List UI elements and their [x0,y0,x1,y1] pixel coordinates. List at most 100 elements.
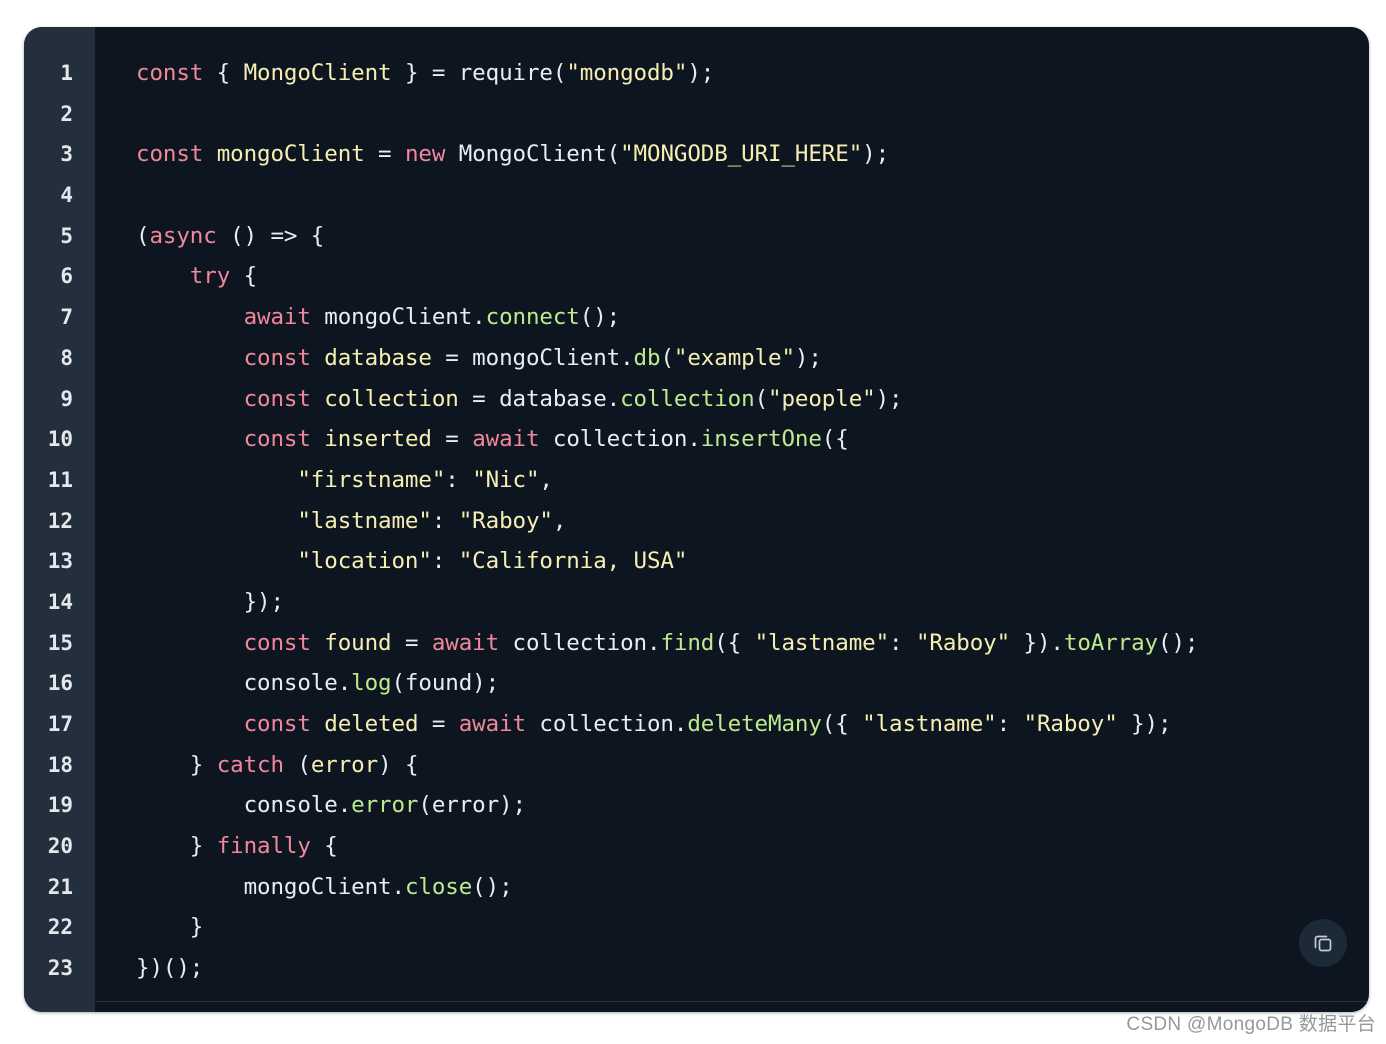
code-line-text: console.log(found); [95,663,1369,704]
code-token: { [230,263,258,290]
code-token: MongoClient( [445,141,621,168]
line-number: 13 [47,549,73,574]
code-line-text: const collection = database.collection("… [95,379,1369,420]
code-token: require [458,60,553,86]
code-line-text: await mongoClient.connect(); [95,297,1369,338]
code-token: "example" [673,344,795,371]
code-line-text: const deleted = await collection.deleteM… [95,704,1369,745]
watermark-text: CSDN @MongoDB 数据平台 [1126,1014,1376,1035]
code-line: 23})(); [24,948,1369,989]
code-line-text: } [95,907,1369,948]
code-token: connect [485,304,580,331]
code-token: const [136,60,204,86]
code-token: new [404,141,446,168]
code-token: })(); [136,955,204,982]
code-token: }); [1117,711,1172,737]
code-token: close [404,873,473,900]
code-token: "Raboy" [915,629,1011,656]
code-line: 10 const inserted = await collection.ins… [24,419,1369,460]
code-token: await [431,629,500,656]
code-token: = [431,426,473,453]
code-token: (found); [391,670,500,697]
code-token: deleted [324,711,419,737]
line-number: 8 [60,345,73,370]
code-token: toArray [1063,629,1158,656]
code-line-text: }); [95,582,1369,623]
code-token: const [243,711,311,737]
code-line: 7 await mongoClient.connect(); [24,297,1369,338]
code-token: insertOne [700,426,822,453]
code-token: deleteMany [687,711,822,737]
code-token: ({ [821,711,863,737]
code-token: try [189,263,231,290]
code-line: 4 [24,175,1369,216]
code-line: 14 }); [24,582,1369,623]
code-token: ( [754,385,769,412]
code-token: await [472,426,540,453]
copy-code-button[interactable] [1299,919,1347,967]
line-number: 7 [60,305,73,330]
code-token: } [136,833,217,860]
code-line: 22 } [24,907,1369,948]
code-line: 12 "lastname": "Raboy", [24,501,1369,542]
code-token: "mongodb" [566,60,688,86]
code-line-text: "location": "California, USA" [95,541,1369,582]
line-number: 17 [47,712,73,736]
page-root: 1 const { MongoClient } = require("mongod… [0,0,1386,1044]
code-token: collection [620,385,755,412]
code-token: mongoClient [216,141,365,168]
code-token: = database. [458,385,621,412]
line-number: 10 [47,427,73,452]
code-token: MongoClient [243,60,392,86]
line-number: 12 [47,508,73,533]
code-scroll-area[interactable]: 1 const { MongoClient } = require("mongod… [24,27,1369,1012]
code-token: collection [324,385,459,412]
code-token: "Raboy" [1023,711,1118,737]
code-token: catch [216,751,284,778]
line-number: 22 [47,915,73,940]
code-token: (); [579,304,621,331]
line-number: 1 [60,61,73,85]
code-line: 17 const deleted = await collection.dele… [24,704,1369,745]
code-line: 18 } catch (error) { [24,745,1369,786]
code-token: db [633,344,661,371]
code-token: "MONGODB_URI_HERE" [620,141,863,168]
code-line-text: const { MongoClient } = require("mongodb… [95,53,1369,94]
code-token: } = [391,60,459,86]
line-number: 11 [47,467,73,492]
code-token: }); [136,588,284,615]
code-line: 6 try { [24,256,1369,297]
code-line-text [95,175,1369,216]
code-line: 15 const found = await collection.find({… [24,623,1369,664]
line-number: 18 [47,752,73,777]
code-token: (error); [418,792,526,819]
code-token: const [243,426,311,453]
code-token: await [458,711,526,737]
code-line-text [95,94,1369,135]
line-number: 9 [60,386,73,411]
code-token: : [431,548,459,575]
code-line-text: (async () => { [95,216,1369,257]
code-token: database [324,344,432,371]
code-token: ({ [821,426,849,453]
code-token: "firstname" [297,466,446,493]
code-line: 16 console.log(found); [24,663,1369,704]
code-token: : [445,466,473,493]
line-number: 21 [47,874,73,899]
code-token: = [364,141,405,168]
code-token: = mongoClient. [431,344,634,371]
code-token: (); [472,873,513,900]
code-line: 3 const mongoClient = new MongoClient("MO… [24,134,1369,175]
